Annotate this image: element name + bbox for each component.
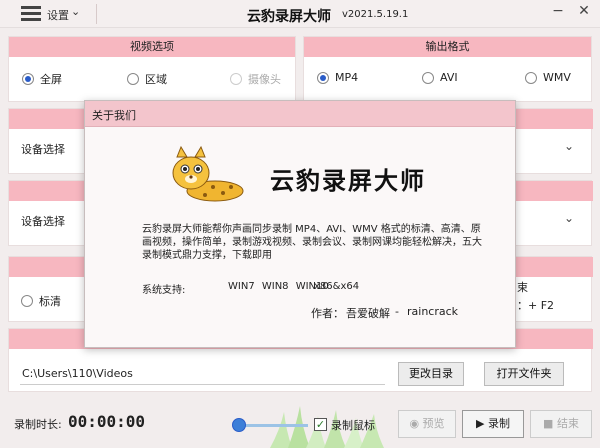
close-button[interactable]: ✕ <box>574 3 594 19</box>
radio-button[interactable] <box>422 71 434 84</box>
about-dialog-title: 关于我们 <box>92 109 136 122</box>
radio-region[interactable]: 区域 <box>127 71 167 87</box>
output-format-header: 输出格式 <box>304 37 591 57</box>
radio-button[interactable] <box>525 71 537 84</box>
stop-button[interactable]: ■ 结束 <box>530 410 592 438</box>
output-format-panel: 输出格式 MP4 AVI WMV <box>303 36 592 102</box>
video-options-panel: 视频选项 全屏 区域 摄像头 <box>8 36 296 102</box>
preview-label: 预览 <box>422 417 445 430</box>
menu-icon[interactable] <box>21 6 41 22</box>
radio-button[interactable] <box>127 73 139 85</box>
author-name: 吾爱破解 <box>346 307 390 320</box>
radio-fullscreen[interactable]: 全屏 <box>22 71 62 87</box>
system-support-label: 系统支持: <box>142 285 186 296</box>
record-mouse-checkbox[interactable]: ✓ <box>314 418 327 431</box>
author-team: raincrack <box>407 305 459 318</box>
radio-button[interactable] <box>22 73 34 85</box>
divider <box>96 4 97 24</box>
radio-label: 标清 <box>39 295 61 308</box>
record-mouse-label: 录制鼠标 <box>331 419 375 432</box>
play-icon: ▶ <box>476 417 485 430</box>
about-dialog: 关于我们 云豹录屏大师 云豹录屏大师能帮你声画同步录制 MP4、AVI、WMV … <box>84 100 516 348</box>
radio-camera: 摄像头 <box>230 71 281 87</box>
chevron-down-icon[interactable]: ⌄ <box>564 211 574 225</box>
radio-button[interactable] <box>317 71 329 84</box>
minimize-button[interactable]: − <box>548 3 568 19</box>
hotkey-label: 束 <box>517 281 528 294</box>
system-support-arch: x86&x64 <box>314 281 360 292</box>
device-select-label: 设备选择 <box>21 215 65 228</box>
radio-label: 区域 <box>145 73 167 86</box>
author-separator: - <box>395 305 399 318</box>
radio-mp4[interactable]: MP4 <box>317 71 358 84</box>
record-label: 录制 <box>487 417 510 430</box>
change-directory-button[interactable]: 更改目录 <box>398 362 464 386</box>
volume-slider-thumb[interactable] <box>232 418 246 432</box>
record-button[interactable]: ▶ 录制 <box>462 410 524 438</box>
hotkey-value: ：+ F2 <box>517 299 555 312</box>
app-title: 云豹录屏大师 <box>247 9 331 25</box>
radio-label: 摄像头 <box>248 73 281 86</box>
radio-label: 全屏 <box>40 73 62 86</box>
record-duration: 00:00:00 <box>68 412 146 431</box>
radio-button[interactable] <box>21 295 33 307</box>
title-bar: 设置 ⌄ 云豹录屏大师 v2021.5.19.1 − ✕ <box>0 0 600 28</box>
settings-menu[interactable]: 设置 <box>47 7 69 23</box>
about-dialog-header: 关于我们 <box>85 101 515 127</box>
volume-slider-track[interactable] <box>238 424 308 427</box>
author-label: 作者： <box>311 307 344 320</box>
chevron-down-icon[interactable]: ⌄ <box>564 139 574 153</box>
record-duration-label: 录制时长: <box>14 418 62 431</box>
video-options-header: 视频选项 <box>9 37 295 57</box>
radio-label: AVI <box>440 71 458 84</box>
radio-standard-quality[interactable]: 标清 <box>21 293 61 309</box>
radio-wmv[interactable]: WMV <box>525 71 571 84</box>
radio-label: MP4 <box>335 71 359 84</box>
about-product-name: 云豹录屏大师 <box>270 166 426 195</box>
preview-button[interactable]: ◉ 预览 <box>398 410 456 438</box>
chevron-down-icon[interactable]: ⌄ <box>71 5 80 18</box>
stop-label: 结束 <box>556 417 579 430</box>
stop-icon: ■ <box>543 417 554 430</box>
device-select-label: 设备选择 <box>21 143 65 156</box>
radio-button <box>230 73 242 85</box>
radio-label: WMV <box>543 71 571 84</box>
about-description: 云豹录屏大师能帮你声画同步录制 MP4、AVI、WMV 格式的标清、高清、原画视… <box>142 224 482 261</box>
eye-icon: ◉ <box>409 417 420 430</box>
open-folder-button[interactable]: 打开文件夹 <box>484 362 564 386</box>
save-path-field[interactable]: C:\Users\110\Videos <box>20 365 385 385</box>
app-version: v2021.5.19.1 <box>342 9 409 20</box>
radio-avi[interactable]: AVI <box>422 71 458 84</box>
leopard-logo-icon <box>172 145 244 202</box>
